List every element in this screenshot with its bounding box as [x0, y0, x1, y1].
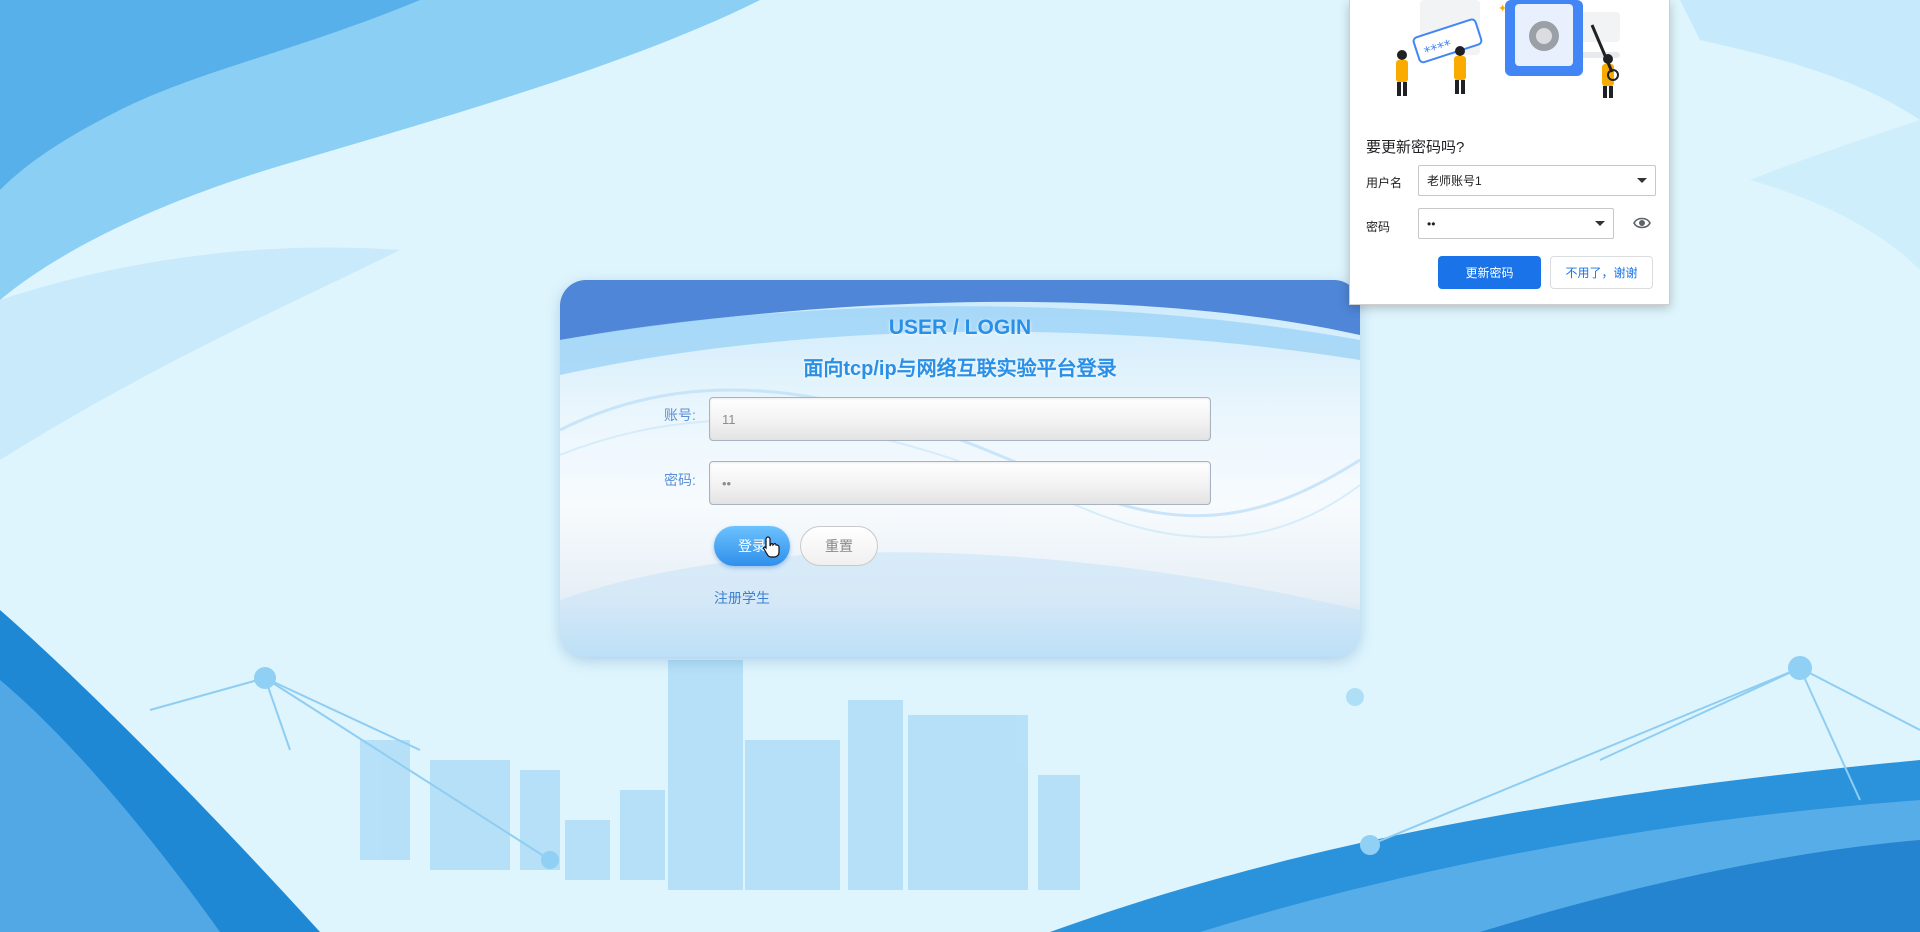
- account-input-value: 11: [722, 411, 736, 427]
- username-label: 用户名: [1366, 176, 1403, 190]
- update-password-button[interactable]: 更新密码: [1438, 256, 1541, 289]
- login-title-en: USER / LOGIN: [888, 316, 1032, 339]
- login-card: USER / LOGIN 面向tcp/ip与网络互联实验平台登录 账号: 11 …: [560, 280, 1360, 657]
- account-label: 账号:: [664, 407, 696, 423]
- password-update-popup: **** ✦ 要更新密码吗? 用户名 老师账号1 密码 •• 更新密码 不用了，…: [1349, 0, 1670, 305]
- username-select[interactable]: 老师账号1: [1418, 165, 1656, 196]
- account-input[interactable]: 11: [709, 397, 1211, 441]
- no-thanks-button[interactable]: 不用了，谢谢: [1550, 256, 1653, 289]
- chevron-down-icon: [1637, 178, 1647, 183]
- password-input-value: ••: [722, 475, 732, 491]
- password-popup-value: ••: [1427, 216, 1436, 231]
- password-illustration: **** ✦: [1396, 0, 1620, 98]
- register-student-link[interactable]: 注册学生: [714, 588, 770, 608]
- username-value: 老师账号1: [1427, 174, 1482, 188]
- update-password-heading: 要更新密码吗?: [1366, 139, 1465, 156]
- login-title-cn: 面向tcp/ip与网络互联实验平台登录: [803, 358, 1117, 380]
- password-popup-label: 密码: [1366, 220, 1391, 234]
- password-label: 密码:: [664, 472, 696, 488]
- chevron-down-icon: [1595, 221, 1605, 226]
- hand-cursor-icon: [763, 536, 780, 558]
- password-input[interactable]: ••: [709, 461, 1211, 505]
- svg-text:✦: ✦: [1498, 2, 1507, 15]
- eye-icon[interactable]: [1633, 216, 1651, 230]
- reset-button[interactable]: 重置: [800, 526, 878, 566]
- password-select[interactable]: ••: [1418, 208, 1614, 239]
